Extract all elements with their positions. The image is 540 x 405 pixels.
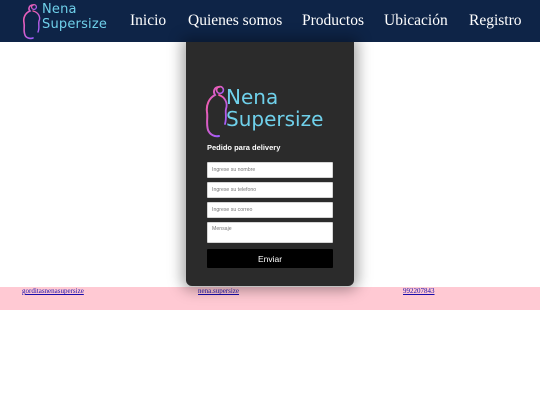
card-brand-line1: Nena	[226, 85, 279, 109]
footer-phone-link[interactable]: 992207843	[403, 287, 435, 296]
delivery-order-card: Nena Supersize Pedido para delivery Envi…	[186, 42, 354, 286]
nav-registro-link[interactable]: Registro	[469, 11, 522, 31]
nav-quienes-somos-link[interactable]: Quienes somos	[188, 11, 282, 31]
nav-inicio-link[interactable]: Inicio	[130, 11, 166, 31]
message-textarea[interactable]	[207, 222, 333, 243]
nav-ubicacion-link[interactable]: Ubicación	[384, 11, 448, 31]
name-input[interactable]	[207, 162, 333, 178]
email-input[interactable]	[207, 202, 333, 218]
nav-productos-link[interactable]: Productos	[302, 11, 364, 31]
footer-facebook-link[interactable]: gorditasnenasupersize	[22, 287, 84, 296]
footer-instagram-link[interactable]: nena.supersize	[198, 287, 239, 296]
nav-links: Inicio Quienes somos Productos Ubicación…	[0, 0, 540, 42]
send-button[interactable]: Enviar	[207, 249, 333, 268]
top-navbar: Nena Supersize Inicio Quienes somos Prod…	[0, 0, 540, 42]
card-brand-line2: Supersize	[226, 107, 324, 131]
phone-input[interactable]	[207, 182, 333, 198]
footer-contact-strip: gorditasnenasupersize nena.supersize 992…	[0, 287, 540, 310]
card-brand-wordmark: Nena Supersize	[226, 86, 323, 130]
card-brand-logo: Nena Supersize	[204, 82, 336, 140]
form-title: Pedido para delivery	[207, 143, 281, 152]
